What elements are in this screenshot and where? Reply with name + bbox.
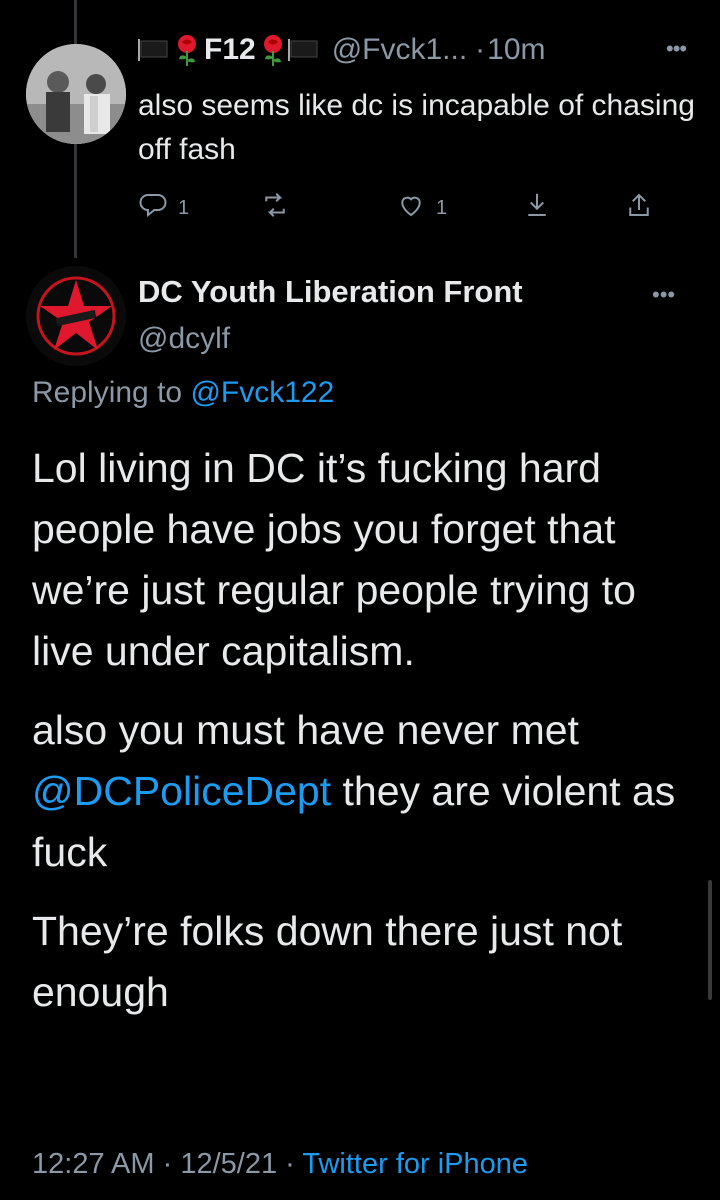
display-name[interactable]: DC Youth Liberation Front bbox=[138, 274, 523, 310]
display-name[interactable]: F12 bbox=[204, 33, 256, 67]
flag-icon bbox=[287, 39, 318, 61]
replying-to: Replying to @Fvck122 bbox=[32, 376, 334, 410]
share-icon bbox=[624, 190, 654, 226]
tweet-time[interactable]: 12:27 AM bbox=[32, 1148, 155, 1180]
avatar[interactable] bbox=[26, 266, 126, 366]
scrollbar[interactable] bbox=[708, 880, 712, 1000]
handle[interactable]: @dcylf bbox=[138, 322, 230, 356]
flag-icon bbox=[138, 39, 168, 61]
reply-header: F12 @Fvck1... · 10m bbox=[138, 30, 546, 70]
avatar[interactable] bbox=[26, 44, 126, 144]
paragraph-text: also you must have never met bbox=[32, 707, 579, 753]
tweet-paragraph: Lol living in DC it’s fucking hard peopl… bbox=[32, 445, 636, 674]
replying-prefix: Replying to bbox=[32, 376, 183, 409]
mention-link[interactable]: @DCPoliceDept bbox=[32, 768, 331, 814]
rose-icon bbox=[260, 33, 286, 67]
share-button[interactable] bbox=[624, 190, 654, 226]
tweet-text: Lol living in DC it’s fucking hard peopl… bbox=[32, 438, 692, 1041]
replying-to-link[interactable]: @Fvck122 bbox=[190, 376, 334, 409]
tweet-paragraph: also you must have never met @DCPoliceDe… bbox=[32, 700, 692, 883]
bookmark-button[interactable] bbox=[522, 190, 552, 226]
separator: · bbox=[162, 1148, 173, 1180]
tweet-paragraph: They’re folks down there just not enough bbox=[32, 908, 623, 1015]
separator: · bbox=[475, 33, 486, 66]
tweet-text: also seems like dc is incapable of chasi… bbox=[138, 89, 695, 166]
timestamp[interactable]: 10m bbox=[487, 33, 545, 67]
like-icon bbox=[396, 190, 426, 226]
more-icon[interactable]: ••• bbox=[652, 282, 675, 308]
separator: · bbox=[285, 1148, 295, 1180]
like-count: 1 bbox=[436, 196, 448, 219]
source-link[interactable]: Twitter for iPhone bbox=[302, 1148, 528, 1180]
more-icon[interactable]: ••• bbox=[666, 36, 687, 62]
handle[interactable]: @Fvck1... bbox=[332, 33, 467, 67]
tweet-date[interactable]: 12/5/21 bbox=[180, 1148, 277, 1180]
like-button[interactable]: 1 bbox=[396, 190, 447, 226]
reply-count: 1 bbox=[178, 196, 190, 219]
retweet-button[interactable] bbox=[260, 190, 300, 226]
reply-icon bbox=[138, 190, 168, 226]
tweet-meta: 12:27 AM · 12/5/21 · Twitter for iPhone bbox=[32, 1148, 528, 1181]
bookmark-icon bbox=[522, 190, 552, 226]
reply-tweet[interactable]: F12 @Fvck1... · 10m ••• also seems like … bbox=[0, 0, 720, 260]
action-bar: 1 1 bbox=[138, 190, 678, 226]
reply-button[interactable]: 1 bbox=[138, 190, 189, 226]
rose-icon bbox=[174, 33, 200, 67]
retweet-icon bbox=[260, 190, 290, 226]
